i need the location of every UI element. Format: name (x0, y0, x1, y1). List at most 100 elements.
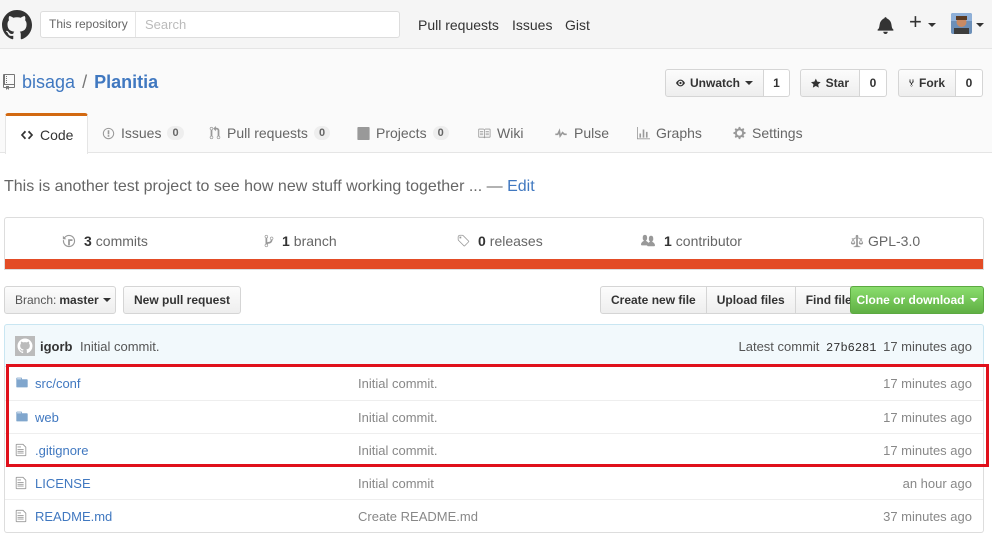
edit-description-link[interactable]: Edit (507, 178, 535, 195)
book-icon (478, 128, 491, 138)
repo-description: This is another test project to see how … (4, 178, 535, 196)
watch-group: Unwatch 1 (665, 69, 790, 97)
chevron-down-icon (102, 298, 111, 302)
chevron-down-icon (928, 23, 936, 27)
avatar[interactable] (15, 336, 35, 356)
releases-link[interactable]: 0 releases (456, 233, 543, 249)
plus-icon[interactable]: + (909, 11, 922, 33)
list-item: src/conf Initial commit. 17 minutes ago (5, 367, 983, 400)
chevron-down-icon (745, 81, 753, 85)
file-age: 17 minutes ago (883, 410, 972, 425)
tab-settings[interactable]: Settings (733, 113, 803, 153)
unwatch-button[interactable]: Unwatch (665, 69, 764, 97)
nav-gist[interactable]: Gist (565, 17, 590, 33)
new-pull-request-button[interactable]: New pull request (123, 286, 242, 314)
code-icon (20, 130, 34, 140)
search-scope[interactable]: This repository (41, 12, 136, 37)
repo-name-link[interactable]: Planitia (94, 72, 158, 92)
search-input[interactable] (137, 13, 395, 36)
bell-icon[interactable] (877, 16, 894, 34)
eye-icon (676, 79, 685, 87)
repo-owner-link[interactable]: bisaga (22, 72, 75, 92)
project-icon (357, 126, 370, 140)
latest-commit-label: Latest commit (738, 339, 820, 354)
star-button[interactable]: Star (800, 69, 860, 97)
file-text-icon (15, 509, 27, 523)
history-icon (62, 234, 76, 248)
license-link[interactable]: GPL-3.0 (850, 233, 920, 249)
pulse-icon (555, 127, 567, 138)
stars-count[interactable]: 0 (860, 69, 887, 97)
create-new-file-button[interactable]: Create new file (600, 286, 707, 314)
star-group: Star 0 (800, 69, 887, 97)
law-icon (850, 234, 864, 248)
nav-pull-requests[interactable]: Pull requests (418, 17, 499, 33)
star-icon (811, 78, 821, 88)
fork-button[interactable]: Fork (898, 69, 956, 97)
file-name-link[interactable]: .gitignore (35, 443, 88, 458)
tab-issues-label: Issues (121, 125, 162, 141)
issue-icon (102, 127, 115, 139)
contributors-link[interactable]: 1 contributor (640, 233, 742, 249)
tab-code-label: Code (40, 127, 74, 143)
file-text-icon (15, 476, 27, 490)
tab-pulse[interactable]: Pulse (554, 113, 609, 153)
file-age: 37 minutes ago (883, 509, 972, 524)
search-box: This repository (40, 11, 400, 38)
file-actions: Create new file Upload files Find file (600, 286, 863, 314)
branch-name: master (59, 293, 99, 307)
file-name-link[interactable]: src/conf (35, 376, 81, 391)
github-logo-icon[interactable] (2, 10, 32, 40)
tab-projects[interactable]: Projects 0 (357, 113, 449, 153)
commit-tease: igorb Initial commit. Latest commit 27b6… (4, 324, 984, 367)
file-commit-message[interactable]: Initial commit. (358, 376, 437, 391)
file-commit-message[interactable]: Initial commit. (358, 410, 437, 425)
chevron-down-icon (969, 298, 978, 302)
file-age: 17 minutes ago (883, 376, 972, 391)
commits-label: commits (95, 233, 148, 249)
watchers-count[interactable]: 1 (764, 69, 790, 97)
commit-author-link[interactable]: igorb (40, 339, 73, 354)
tab-pull-requests[interactable]: Pull requests 0 (209, 113, 331, 153)
list-item: LICENSE Initial commit an hour ago (5, 466, 983, 499)
commit-message-link[interactable]: Initial commit. (80, 339, 159, 354)
releases-count: 0 (478, 233, 486, 249)
repo-tabs: Code Issues 0 Pull requests 0 Projects 0… (0, 113, 992, 154)
graph-icon (637, 126, 650, 139)
avatar[interactable] (951, 13, 972, 34)
branches-link[interactable]: 1 branch (264, 233, 337, 249)
folder-icon (16, 411, 28, 422)
file-text-icon (15, 443, 27, 457)
branch-select-button[interactable]: Branch: master (4, 286, 116, 314)
repo-separator: / (82, 72, 88, 92)
commit-sha-link[interactable]: 27b6281 (826, 341, 876, 355)
file-list: src/conf Initial commit. 17 minutes ago … (4, 367, 984, 533)
nav-issues[interactable]: Issues (512, 17, 552, 33)
list-item: README.md Create README.md 37 minutes ag… (5, 499, 983, 532)
forks-count[interactable]: 0 (956, 69, 983, 97)
repo-title: bisaga / Planitia (22, 72, 158, 93)
tab-pull-requests-label: Pull requests (227, 125, 308, 141)
file-name-link[interactable]: README.md (35, 509, 112, 524)
clone-download-button[interactable]: Clone or download (850, 286, 984, 314)
gear-icon (733, 126, 746, 140)
repo-icon (3, 74, 15, 90)
branch-label: branch (293, 233, 337, 249)
file-name-link[interactable]: web (35, 410, 59, 425)
commits-link[interactable]: 3 commits (62, 233, 148, 249)
branch-icon (264, 234, 274, 248)
tab-issues[interactable]: Issues 0 (102, 113, 184, 153)
upload-files-button[interactable]: Upload files (705, 286, 796, 314)
latest-commit: Latest commit 27b6281 17 minutes ago (739, 339, 973, 355)
tab-graphs-label: Graphs (656, 125, 702, 141)
file-name-link[interactable]: LICENSE (35, 476, 91, 491)
file-commit-message[interactable]: Create README.md (358, 509, 478, 524)
language-bar[interactable] (5, 259, 983, 269)
chevron-down-icon (976, 23, 984, 27)
file-age: an hour ago (902, 476, 972, 491)
file-commit-message[interactable]: Initial commit. (358, 443, 437, 458)
tab-code[interactable]: Code (5, 113, 89, 154)
tab-graphs[interactable]: Graphs (637, 113, 702, 153)
tab-wiki[interactable]: Wiki (477, 113, 523, 153)
file-commit-message[interactable]: Initial commit (358, 476, 434, 491)
